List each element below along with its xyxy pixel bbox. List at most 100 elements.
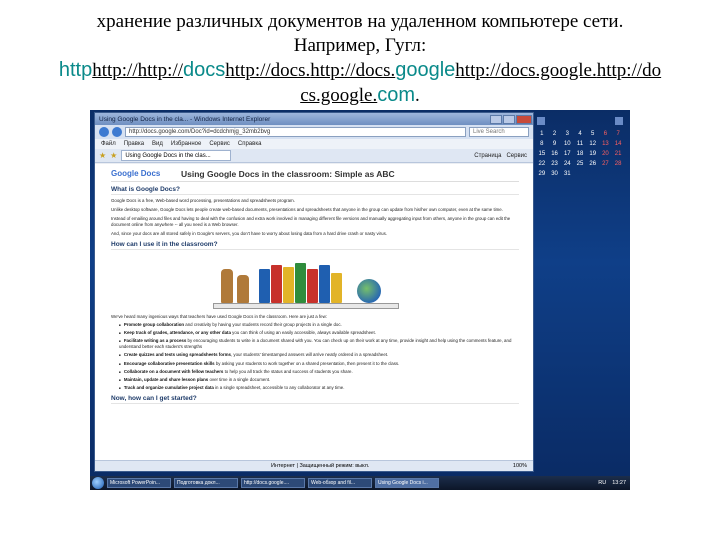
menu-item-file[interactable]: Файл [101,139,116,149]
calendar-day[interactable]: 21 [612,150,624,159]
google-docs-logo: Google Docs [111,168,161,178]
calendar-day[interactable]: 4 [574,130,586,139]
back-icon[interactable] [99,127,109,137]
calendar-day[interactable]: 15 [536,150,548,159]
paragraph: Instead of emailing around files and hav… [111,216,511,227]
taskbar-item[interactable]: Microsoft PowerPoin... [107,478,171,488]
address-input[interactable]: http://docs.google.com/Doc?id=dcdchmjg_3… [125,127,466,137]
calendar-day[interactable]: 24 [561,160,573,169]
book [259,269,270,303]
clock[interactable]: 13:27 [612,480,626,486]
calendar-day[interactable]: 31 [561,170,573,179]
maximize-icon[interactable] [503,114,515,124]
calendar-day[interactable]: 18 [574,150,586,159]
calendar-day[interactable]: 2 [549,130,561,139]
globe [357,279,381,303]
paragraph: We've heard many ingenious ways that tea… [111,314,328,319]
section-heading: Now, how can I get started? [111,394,519,405]
menu-item-view[interactable]: Вид [152,139,163,149]
calendar-day[interactable]: 23 [549,160,561,169]
calendar-day[interactable]: 30 [549,170,561,179]
calendar-day[interactable]: 16 [549,150,561,159]
calendar-day[interactable]: 7 [612,130,624,139]
language-indicator[interactable]: RU [598,480,606,486]
next-month-icon[interactable] [615,117,623,125]
command-bar: Страница Сервис [474,153,533,159]
calendar-day[interactable]: 14 [612,140,624,149]
slide-link-line[interactable]: httphttp://http://docshttp://docs.http:/… [30,58,690,83]
mannequin-figure [221,269,233,303]
link-fragment[interactable]: com [377,84,415,106]
taskbar-item[interactable]: http://docs.google.... [241,478,305,488]
tab-active[interactable]: Using Google Docs in the clas... [121,150,232,161]
slide-text: хранение различных документов на удаленн… [30,0,690,108]
link-fragment[interactable]: http:// [138,60,183,81]
start-button[interactable] [92,477,104,489]
window-titlebar[interactable]: Using Google Docs in the cla... - Window… [95,113,533,125]
list-item: Facilitate writing as a process by encou… [119,338,519,350]
window-title: Using Google Docs in the cla... - Window… [99,115,271,123]
calendar-day[interactable]: 13 [600,140,612,149]
calendar-day[interactable]: 29 [536,170,548,179]
status-bar: Интернет | Защищенный режим: выкл. 100% [95,460,533,471]
calendar-day[interactable]: 8 [536,140,548,149]
menu-item-tools[interactable]: Сервис [209,139,230,149]
system-tray: RU 13:27 [598,480,630,486]
book-tray [213,303,399,309]
menu-item-favorites[interactable]: Избранное [171,139,201,149]
address-bar: http://docs.google.com/Doc?id=dcdchmjg_3… [95,125,533,139]
prev-month-icon[interactable] [537,117,545,125]
taskbar-item[interactable]: Web-обзор and fil... [308,478,372,488]
calendar-day[interactable]: 25 [574,160,586,169]
calendar-day[interactable]: 3 [561,130,573,139]
book [319,265,330,303]
calendar-day[interactable]: 19 [587,150,599,159]
calendar-day[interactable]: 22 [536,160,548,169]
calendar-day[interactable]: 20 [600,150,612,159]
link-fragment[interactable]: docs [183,59,225,81]
mannequin-figure [237,275,249,303]
calendar-grid: 1 2 3 4 5 6 7 8 9 10 11 12 13 14 15 16 17 18 19 20 21 22 23 24 2… [534,128,626,181]
add-favorites-icon[interactable]: ★ [110,151,117,160]
minimize-icon[interactable] [490,114,502,124]
calendar-day[interactable]: 1 [536,130,548,139]
link-fragment[interactable]: http://do [597,60,661,81]
calendar-day[interactable]: 11 [574,140,586,149]
calendar-day[interactable]: 27 [600,160,612,169]
calendar-day[interactable]: 28 [612,160,624,169]
security-zone: Интернет | Защищенный режим: выкл. [271,463,370,469]
link-fragment[interactable]: google [395,59,455,81]
slide-line-1: хранение различных документов на удаленн… [96,11,624,32]
page-menu-button[interactable]: Страница [474,153,501,159]
menu-bar: Файл Правка Вид Избранное Сервис Справка [95,139,533,149]
slide-link-line-2[interactable]: cs.google.com. [30,83,690,108]
link-fragment[interactable]: cs.google. [300,85,377,106]
link-fragment[interactable]: http [59,59,92,81]
section-heading: What is Google Docs? [111,185,519,195]
link-fragment[interactable]: http://docs.google. [455,60,596,81]
calendar-day[interactable]: 6 [600,130,612,139]
link-fragment[interactable]: http://docs. [310,60,395,81]
calendar-day[interactable]: 9 [549,140,561,149]
zoom-level[interactable]: 100% [513,461,533,471]
calendar-day[interactable]: 10 [561,140,573,149]
taskbar: Microsoft PowerPoin... Подготовка докл..… [90,476,630,490]
slide-line-2: Например, Гугл: [293,35,427,56]
calendar-day[interactable]: 26 [587,160,599,169]
taskbar-item[interactable]: Using Google Docs i... [375,478,439,488]
calendar-gadget: 1 2 3 4 5 6 7 8 9 10 11 12 13 14 15 16 17 18 19 20 21 22 23 24 2… [534,114,626,274]
favorites-star-icon[interactable]: ★ [99,151,106,160]
tools-menu-button[interactable]: Сервис [506,153,527,159]
menu-item-help[interactable]: Справка [238,139,262,149]
link-fragment[interactable]: http:// [92,60,137,81]
google-doc: Google Docs Using Google Docs in the cla… [95,164,533,405]
taskbar-item[interactable]: Подготовка докл... [174,478,238,488]
calendar-day[interactable]: 17 [561,150,573,159]
link-fragment[interactable]: http://docs. [225,60,310,81]
close-icon[interactable] [516,114,532,124]
calendar-day[interactable]: 5 [587,130,599,139]
menu-item-edit[interactable]: Правка [124,139,144,149]
forward-icon[interactable] [112,127,122,137]
search-input[interactable]: Live Search [469,127,529,137]
calendar-day[interactable]: 12 [587,140,599,149]
